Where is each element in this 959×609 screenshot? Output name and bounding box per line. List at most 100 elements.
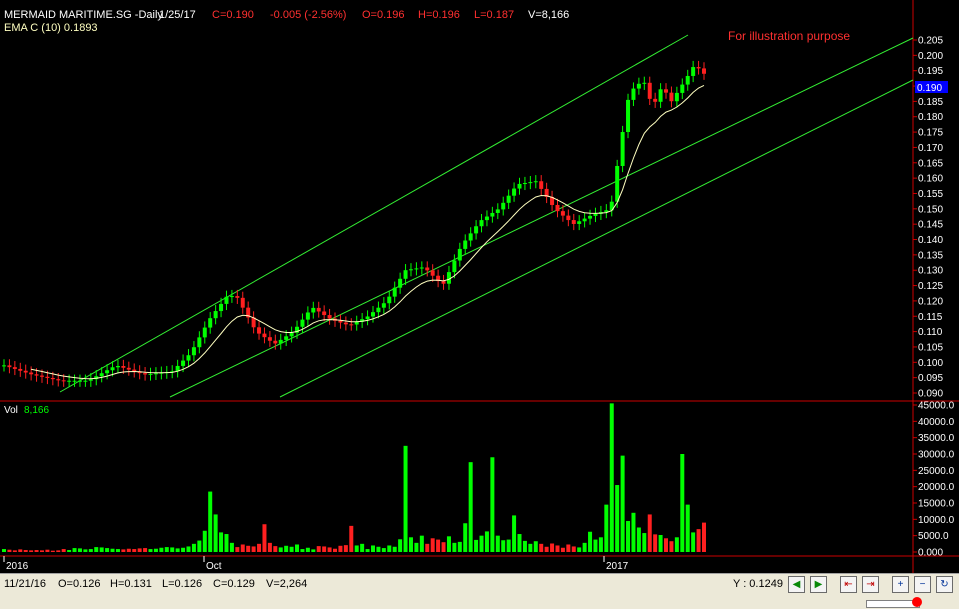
candle-body	[425, 267, 430, 271]
status-volume: V=2,264	[266, 578, 308, 590]
record-indicator-icon	[912, 597, 922, 607]
candle-body	[83, 380, 88, 382]
volume-bar	[588, 531, 593, 552]
volume-bar	[517, 534, 522, 552]
candle-body	[664, 89, 669, 93]
volume-bar	[495, 535, 500, 552]
candle-body	[495, 209, 500, 213]
volume-bar	[419, 535, 424, 552]
volume-bar	[609, 403, 614, 552]
candle-body	[539, 181, 544, 189]
volume-bar	[143, 548, 148, 552]
header-date: 1/25/17	[159, 9, 196, 21]
bar-spacing-increase-icon[interactable]: ⇥	[862, 576, 879, 593]
volume-bar	[403, 445, 408, 552]
volume-bar	[626, 520, 631, 552]
volume-bar	[550, 543, 555, 552]
candle-body	[235, 296, 240, 298]
candle-body	[56, 379, 61, 381]
volume-bar	[468, 462, 473, 552]
price-tick-label: 0.100	[918, 358, 943, 369]
price-tick-label: 0.120	[918, 296, 943, 307]
volume-bar	[56, 550, 61, 552]
candle-body	[528, 182, 533, 184]
candle-body	[577, 221, 582, 224]
candle-body	[702, 68, 706, 74]
candle-body	[311, 307, 316, 313]
bar-spacing-decrease-icon[interactable]: ⇤	[840, 576, 857, 593]
volume-bar	[387, 545, 392, 552]
price-tick-label: 0.130	[918, 266, 943, 277]
candle-body	[398, 278, 403, 288]
volume-tick-label: 5000.0	[918, 531, 949, 542]
price-tick-label: 0.180	[918, 112, 943, 123]
zoom-in-icon[interactable]: +	[892, 576, 909, 593]
volume-bar	[522, 540, 527, 552]
candle-body	[202, 327, 207, 338]
volume-bar	[463, 523, 468, 552]
price-tick-label: 0.195	[918, 66, 943, 77]
volume-bar	[99, 547, 104, 552]
candle-body	[267, 337, 272, 341]
candle-body	[72, 380, 77, 382]
candle-body	[289, 332, 294, 337]
volume-bar	[696, 529, 701, 552]
candle-body	[392, 287, 397, 297]
candle-body	[370, 312, 375, 317]
candle-body	[229, 296, 234, 298]
volume-bar	[414, 542, 419, 552]
status-low: L=0.126	[162, 578, 203, 590]
candle-body	[126, 367, 131, 370]
price-tick-label: 0.155	[918, 189, 943, 200]
volume-bar	[582, 542, 587, 552]
volume-bar	[208, 491, 213, 552]
candle-body	[12, 367, 17, 369]
candle-body	[642, 82, 647, 84]
volume-tick-label: 45000.0	[918, 401, 955, 412]
candle-body	[224, 296, 229, 304]
candle-body	[533, 181, 538, 183]
volume-bar	[94, 547, 99, 552]
candle-body	[381, 303, 386, 308]
volume-bar	[229, 542, 234, 552]
candle-body	[414, 268, 419, 270]
price-tick-label: 0.160	[918, 174, 943, 185]
candle-body	[50, 377, 55, 380]
price-tick-label: 0.185	[918, 97, 943, 108]
refresh-icon[interactable]: ↻	[936, 576, 953, 593]
scroll-left-icon[interactable]: ◀	[788, 576, 805, 593]
candle-body	[240, 297, 245, 308]
candle-body	[105, 370, 110, 374]
candle-body	[566, 215, 571, 221]
volume-bar	[224, 534, 229, 552]
volume-bar	[29, 550, 34, 552]
zoom-out-icon[interactable]: −	[914, 576, 931, 593]
candle-body	[474, 226, 479, 234]
volume-bar	[528, 543, 533, 552]
price-tick-label: 0.090	[918, 389, 943, 400]
volume-tick-label: 10000.0	[918, 515, 955, 526]
chart-canvas[interactable]: 0.205 0.200 0.195 0.190 0.185 0.180 0.175 0.170…	[0, 0, 959, 573]
candle-body	[262, 333, 267, 338]
candle-body	[39, 375, 44, 377]
volume-bar	[333, 548, 338, 552]
volume-bar	[289, 546, 294, 552]
candle-body	[522, 183, 527, 185]
candle-body	[490, 212, 495, 217]
volume-tick-label: 25000.0	[918, 466, 955, 477]
candle-body	[484, 216, 489, 221]
volume-bar	[680, 454, 685, 552]
candle-body	[45, 376, 50, 378]
price-tick-label: 0.200	[918, 51, 943, 62]
candle-body	[593, 213, 598, 216]
volume-bar	[566, 544, 571, 552]
volume-bar	[338, 545, 343, 552]
scroll-right-icon[interactable]: ▶	[810, 576, 827, 593]
bottom-scrollbar[interactable]	[0, 596, 959, 609]
candle-body	[23, 370, 28, 373]
candle-body	[615, 165, 620, 202]
price-tick-label: 0.175	[918, 128, 943, 139]
volume-bar	[213, 514, 218, 552]
volume-bar	[121, 549, 126, 552]
candle-body	[387, 296, 392, 304]
